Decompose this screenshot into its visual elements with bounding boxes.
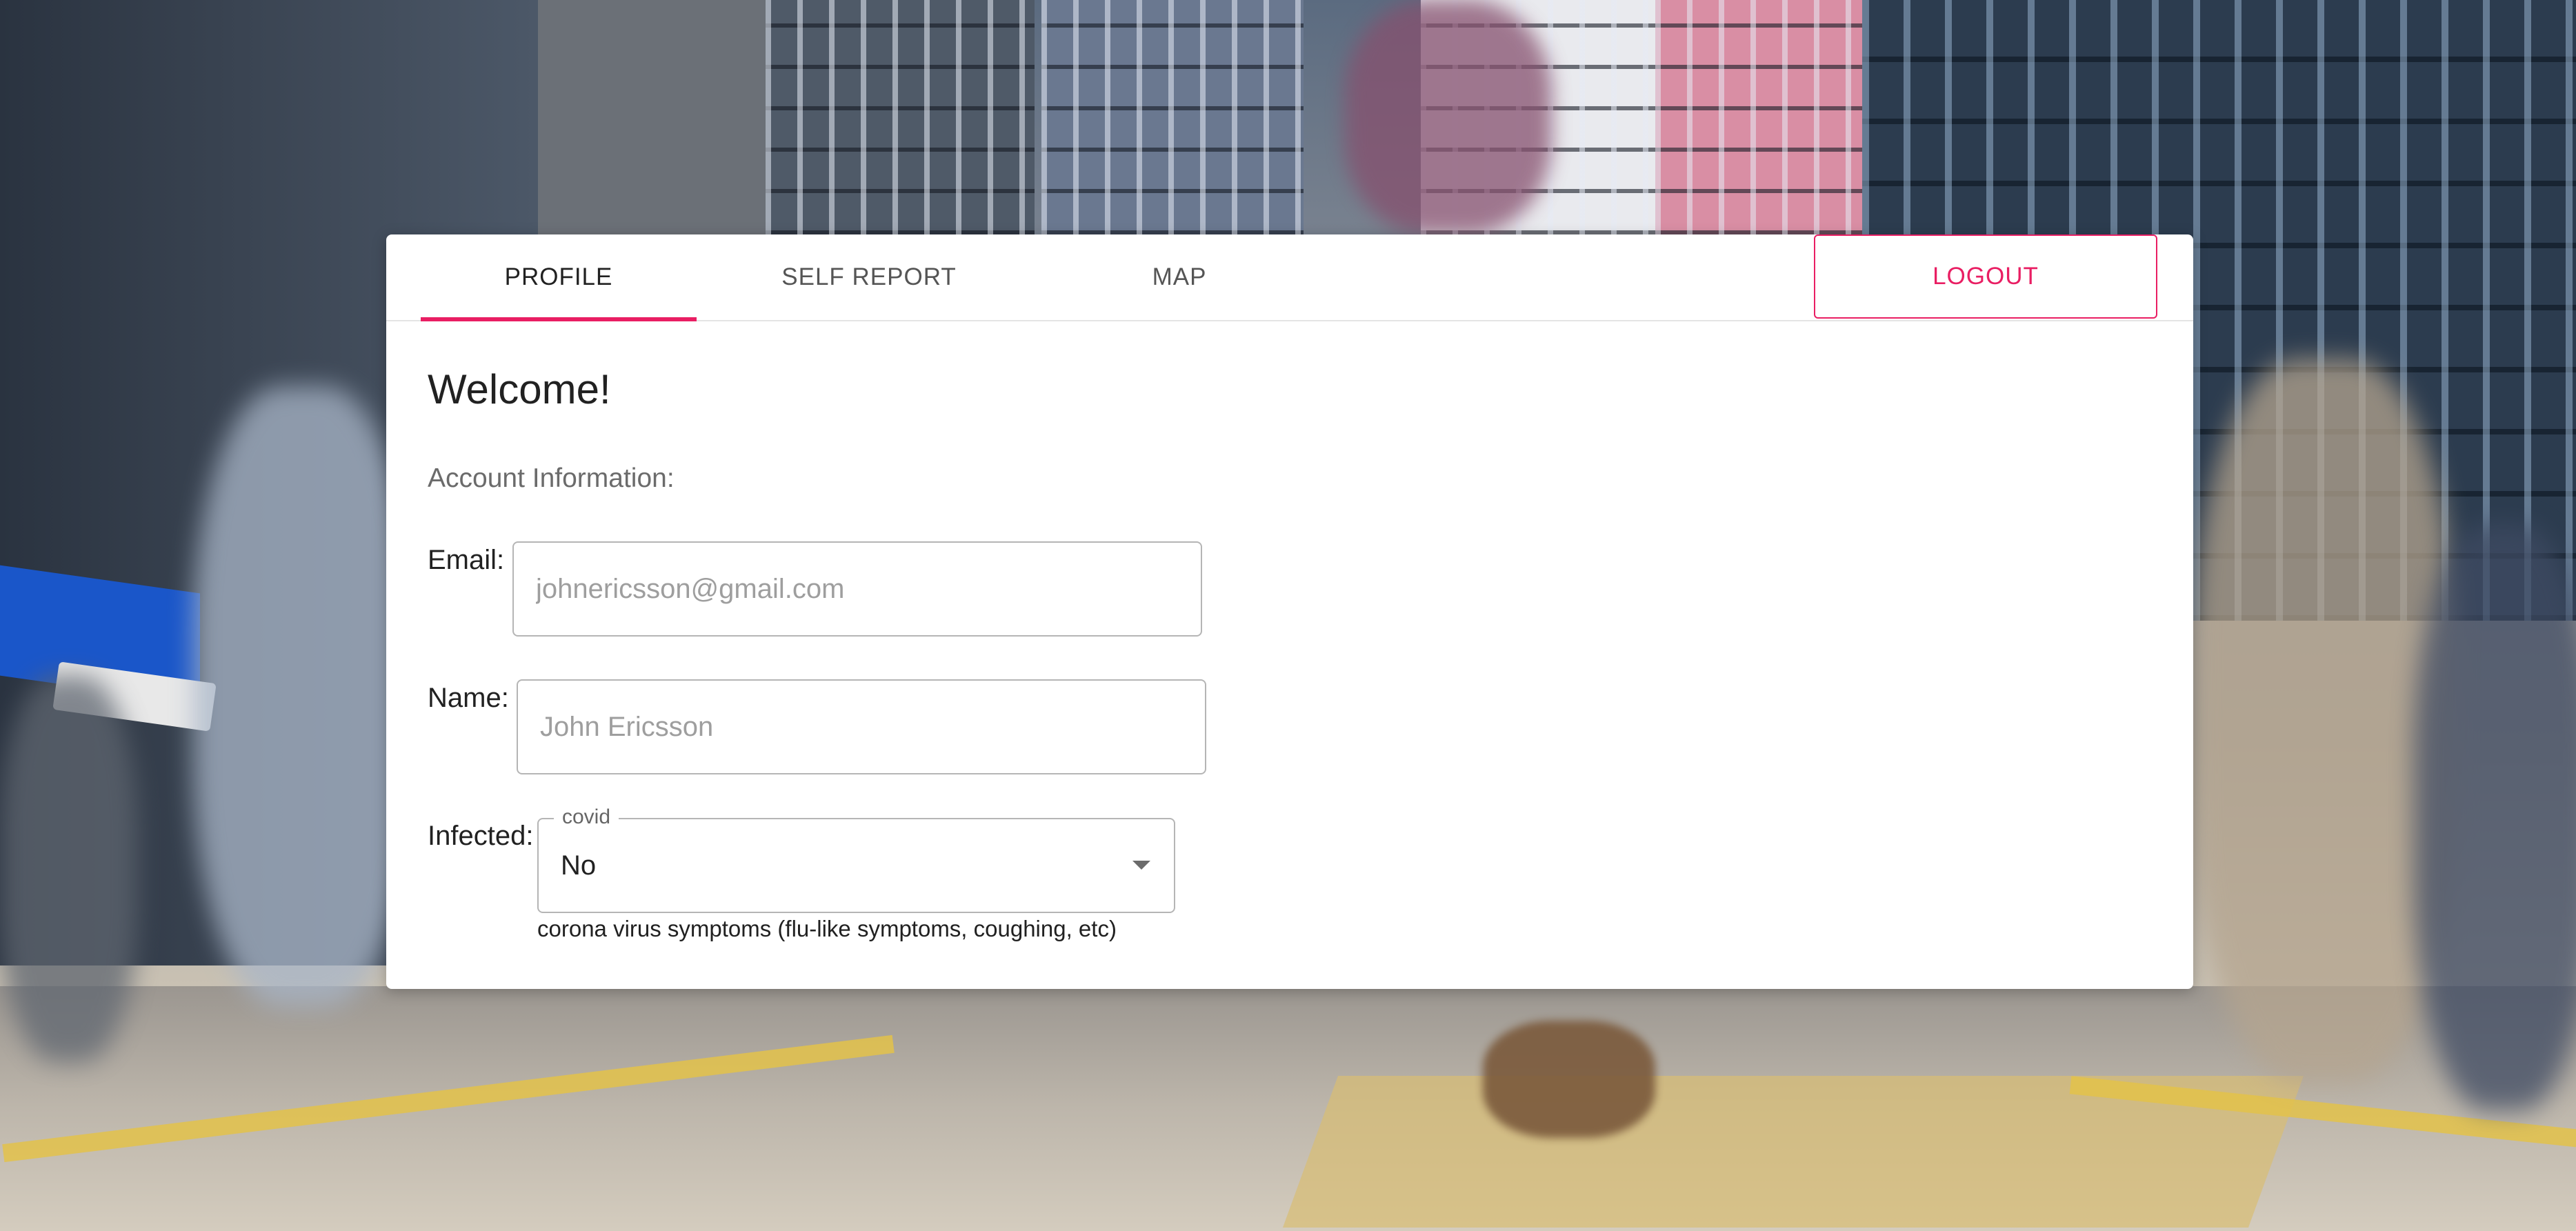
background-pedestrian bbox=[2414, 524, 2576, 1110]
covid-select[interactable]: covid No bbox=[537, 805, 1175, 913]
email-field[interactable] bbox=[512, 541, 1202, 637]
infected-label: Infected: bbox=[428, 821, 534, 851]
page-title: Welcome! bbox=[428, 366, 611, 412]
name-label: Name: bbox=[428, 683, 509, 713]
account-information-heading: Account Information: bbox=[428, 463, 675, 493]
name-field[interactable] bbox=[517, 679, 1206, 774]
covid-select-value: No bbox=[561, 850, 597, 881]
tab-self-report[interactable]: SELF REPORT bbox=[731, 234, 1007, 320]
tab-profile-label: PROFILE bbox=[504, 263, 613, 290]
tab-profile[interactable]: PROFILE bbox=[421, 234, 697, 320]
chevron-down-icon bbox=[1132, 861, 1150, 870]
background-building-mid bbox=[538, 0, 766, 234]
email-label: Email: bbox=[428, 545, 505, 575]
background-shoe bbox=[1483, 1021, 1655, 1138]
profile-card: PROFILE SELF REPORT MAP LOGOUT Welcome! … bbox=[386, 234, 2193, 989]
tab-self-report-label: SELF REPORT bbox=[781, 263, 957, 290]
logout-button[interactable]: LOGOUT bbox=[1814, 234, 2157, 319]
page: PROFILE SELF REPORT MAP LOGOUT Welcome! … bbox=[0, 0, 2576, 1231]
covid-helper-text: corona virus symptoms (flu-like symptoms… bbox=[537, 916, 1117, 941]
active-tab-indicator bbox=[421, 317, 697, 321]
background-building bbox=[1041, 0, 1304, 234]
background-pedestrian bbox=[1345, 0, 1552, 234]
background-pedestrian bbox=[193, 386, 414, 1007]
background-pedestrian bbox=[0, 676, 138, 1062]
tab-map[interactable]: MAP bbox=[1041, 234, 1317, 320]
tab-bar: PROFILE SELF REPORT MAP LOGOUT bbox=[386, 234, 2193, 321]
tab-map-label: MAP bbox=[1152, 263, 1207, 290]
background-building bbox=[766, 0, 1035, 234]
